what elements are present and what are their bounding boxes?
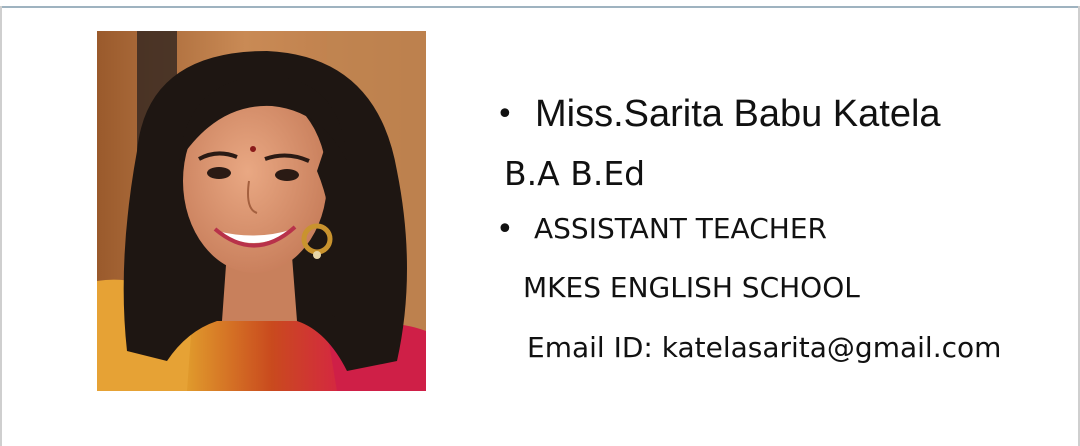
school-name: MKES ENGLISH SCHOOL <box>523 271 860 304</box>
email-address: Email ID: katelasarita@gmail.com <box>527 331 1002 364</box>
profile-photo <box>97 31 426 391</box>
left-border <box>0 6 2 446</box>
teacher-degree: B.A B.Ed <box>504 154 646 193</box>
teacher-role: ASSISTANT TEACHER <box>534 212 827 245</box>
teacher-name: Miss.Sarita Babu Katela <box>535 93 941 135</box>
profile-info: • Miss.Sarita Babu Katela B.A B.Ed • ASS… <box>490 0 1060 446</box>
bullet-role: • <box>496 212 514 247</box>
bullet-name: • <box>496 97 514 132</box>
